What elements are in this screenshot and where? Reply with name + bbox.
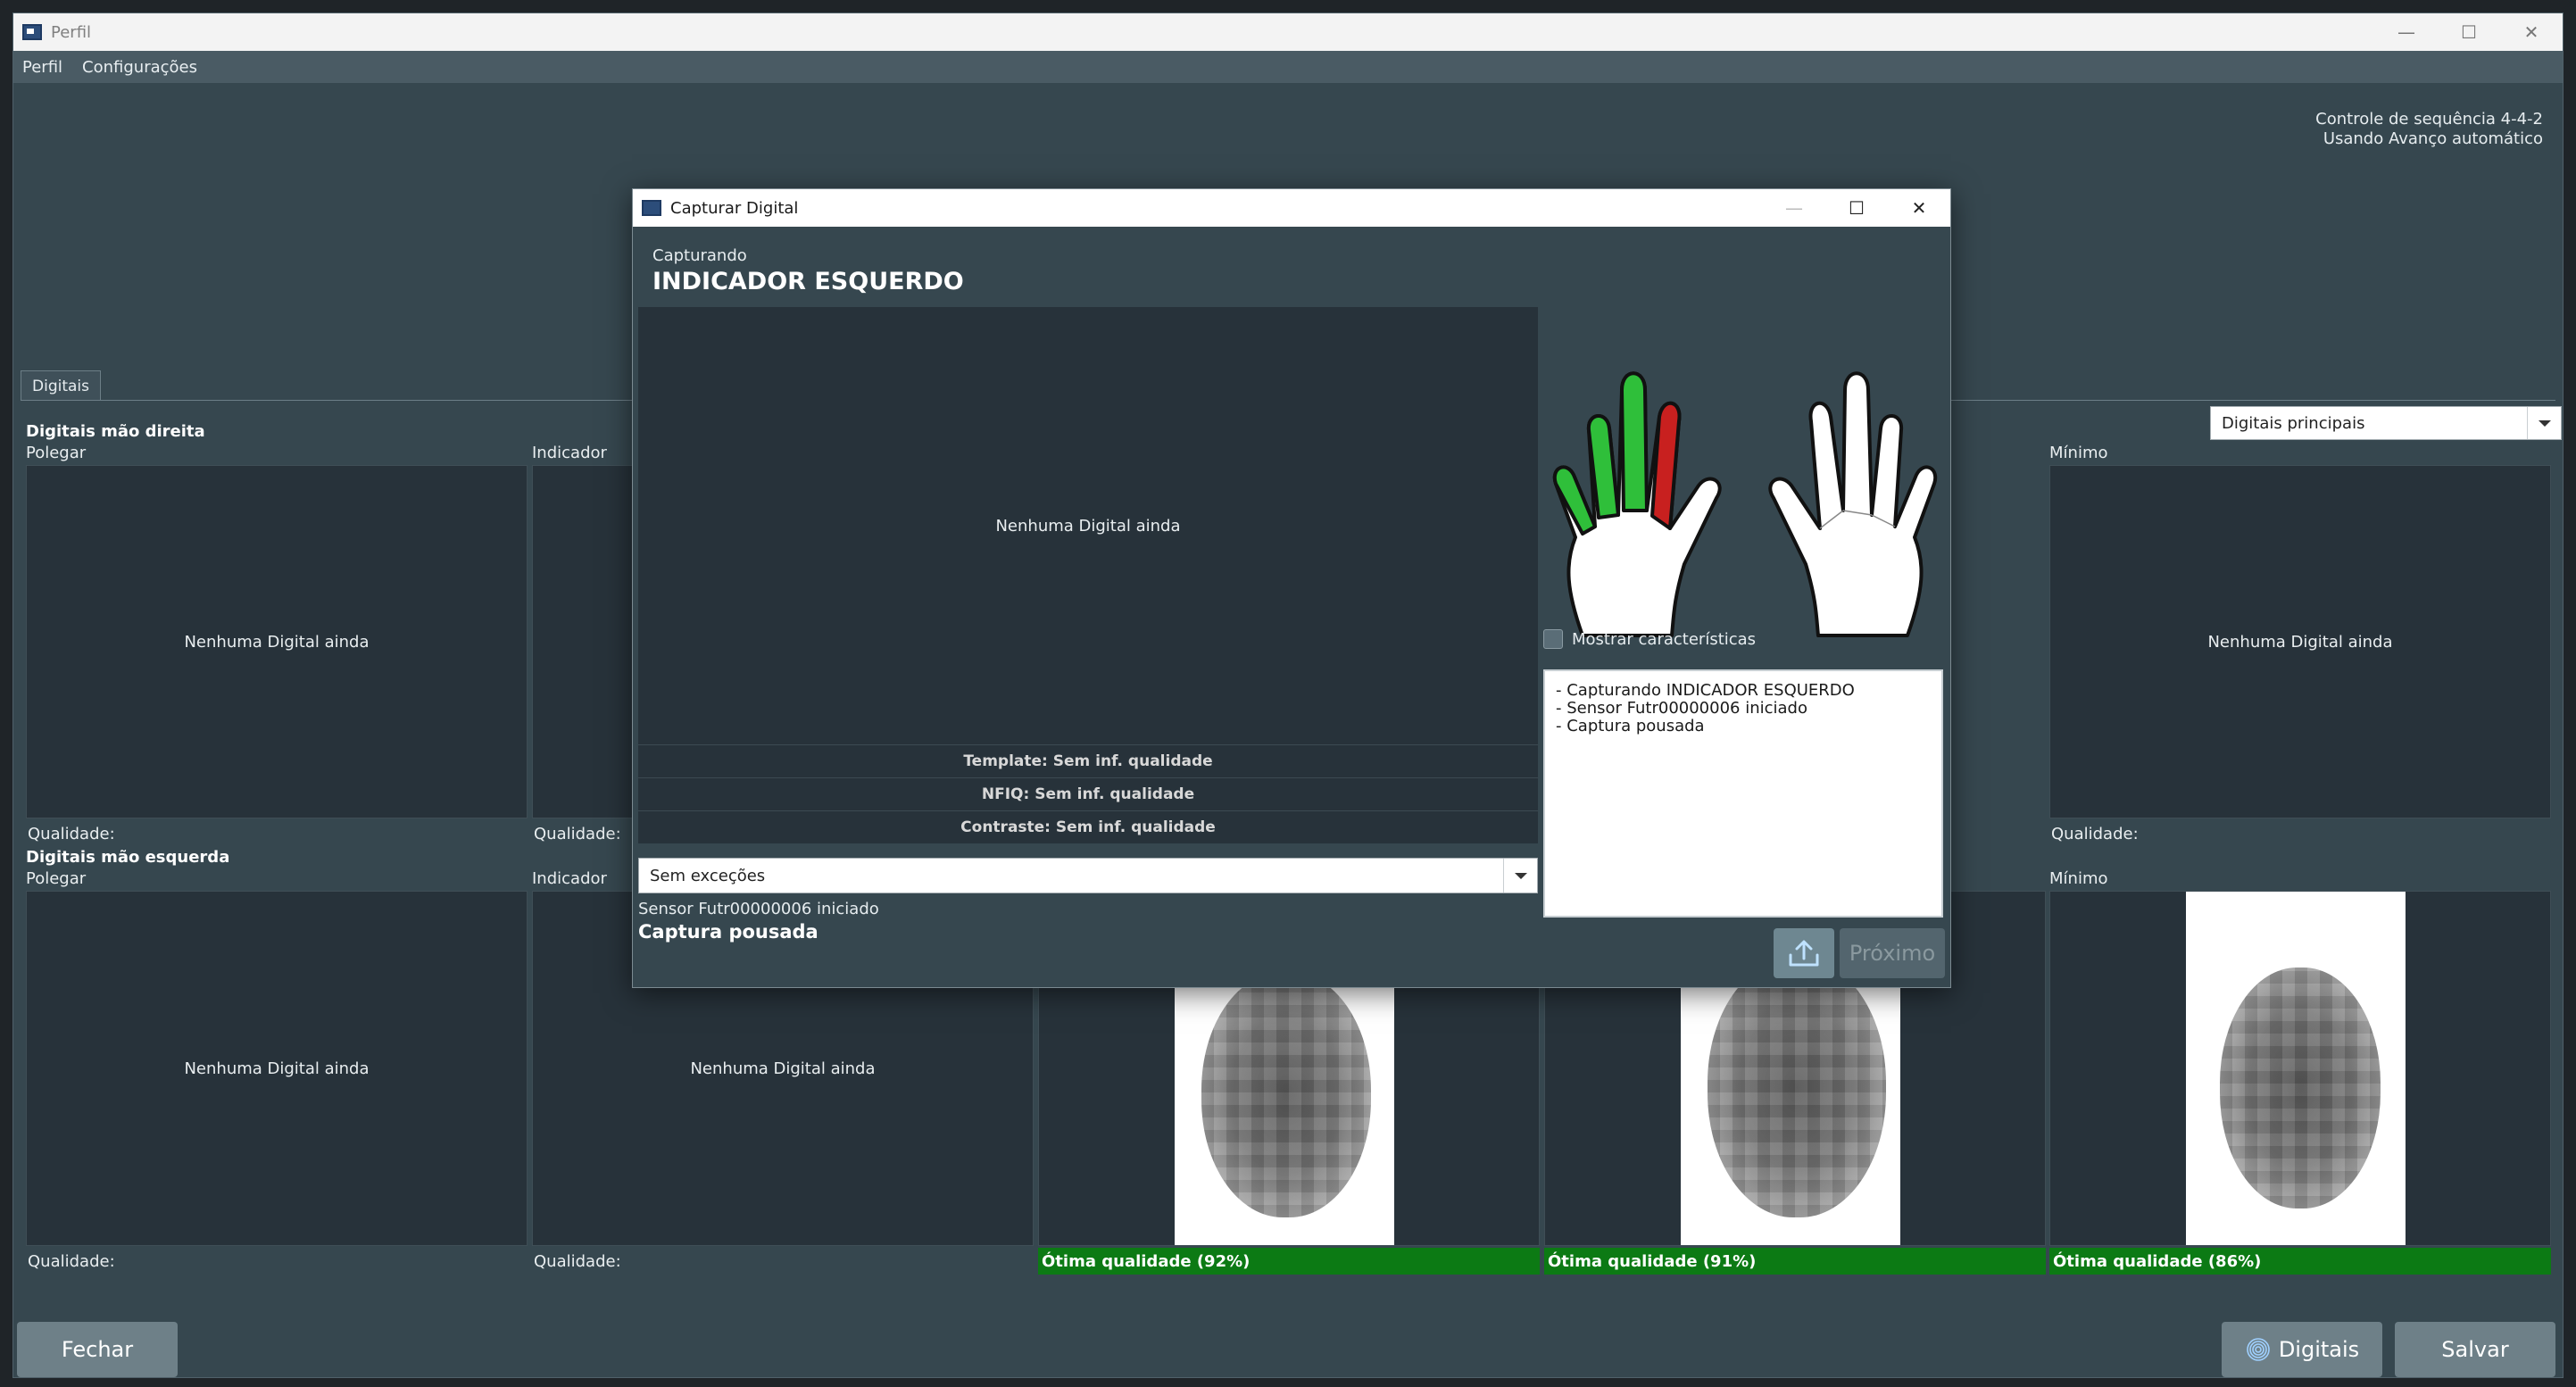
title-bar: Perfil — ☐ ✕ xyxy=(13,13,2563,51)
finger-set-value: Digitais principais xyxy=(2222,413,2365,433)
right-hand-icon xyxy=(1768,371,1938,637)
window-title: Perfil xyxy=(51,22,92,42)
show-features-checkbox[interactable] xyxy=(1543,629,1563,649)
dialog-title-bar: Capturar Digital — ☐ ✕ xyxy=(633,189,1950,227)
left-little-quality: Ótima qualidade (86%) xyxy=(2049,1248,2551,1275)
right-little-label: Mínimo xyxy=(2049,444,2108,462)
capture-log: - Capturando INDICADOR ESQUERDO - Sensor… xyxy=(1543,669,1943,918)
right-thumb-label: Polegar xyxy=(26,444,87,462)
dialog-maximize-button[interactable]: ☐ xyxy=(1825,189,1888,227)
left-thumb-quality: Qualidade: xyxy=(28,1251,115,1271)
menu-configuracoes[interactable]: Configurações xyxy=(82,58,197,77)
next-button[interactable]: Próximo xyxy=(1840,928,1945,978)
left-ring-quality: Ótima qualidade (91%) xyxy=(1544,1248,2046,1275)
left-index-finger xyxy=(1650,401,1682,530)
menu-bar: Perfil Configurações xyxy=(13,51,2563,83)
right-little-cell[interactable]: Nenhuma Digital ainda xyxy=(2049,465,2551,818)
log-line: - Sensor Futr00000006 iniciado xyxy=(1556,699,1807,718)
fingerprint-icon xyxy=(2247,1338,2270,1361)
log-line: - Capturando INDICADOR ESQUERDO xyxy=(1556,681,1855,700)
left-hand-icon xyxy=(1552,371,1722,637)
upload-button[interactable] xyxy=(1774,928,1834,978)
log-line: - Captura pousada xyxy=(1556,717,1705,735)
capture-status: Captura pousada xyxy=(638,921,819,943)
left-thumb-label: Polegar xyxy=(26,869,87,888)
capture-dialog: Capturar Digital — ☐ ✕ Capturando INDICA… xyxy=(632,188,1951,988)
right-thumb-quality: Qualidade: xyxy=(28,824,115,843)
left-middle-finger xyxy=(1620,371,1649,512)
dialog-minimize-button[interactable]: — xyxy=(1763,189,1825,227)
exception-value: Sem exceções xyxy=(650,866,766,885)
close-window-button[interactable]: Fechar xyxy=(17,1322,178,1377)
left-hand-title: Digitais mão esquerda xyxy=(26,848,230,867)
capturing-label: Capturando xyxy=(652,246,747,265)
contrast-quality: Contraste: Sem inf. qualidade xyxy=(638,810,1538,843)
right-thumb-cell[interactable]: Nenhuma Digital ainda xyxy=(26,465,528,818)
fingerprint-blur xyxy=(1708,959,1886,1217)
sequence-control-text: Controle de sequência 4-4-2 xyxy=(2315,110,2543,129)
nfiq-quality: NFIQ: Sem inf. qualidade xyxy=(638,777,1538,810)
upload-icon xyxy=(1789,940,1819,967)
left-index-quality: Qualidade: xyxy=(534,1251,621,1271)
tab-digitais[interactable]: Digitais xyxy=(21,370,101,401)
dialog-window-controls: — ☐ ✕ xyxy=(1763,189,1950,227)
left-little-cell[interactable] xyxy=(2049,891,2551,1246)
sequence-info: Controle de sequência 4-4-2 Usando Avanç… xyxy=(2315,110,2543,149)
dialog-title: Capturar Digital xyxy=(670,198,799,218)
fingerprint-blur xyxy=(1201,972,1371,1217)
show-features-row[interactable]: Mostrar características xyxy=(1543,629,1756,649)
exception-select[interactable]: Sem exceções xyxy=(638,858,1538,893)
hands-diagram xyxy=(1552,371,1938,637)
left-index-label: Indicador xyxy=(532,869,607,888)
current-finger-title: INDICADOR ESQUERDO xyxy=(652,268,964,295)
finger-set-select[interactable]: Digitais principais xyxy=(2210,406,2562,440)
left-little-label: Mínimo xyxy=(2049,869,2108,888)
right-index-label: Indicador xyxy=(532,444,607,462)
right-hand-title: Digitais mão direita xyxy=(26,422,205,441)
save-button[interactable]: Salvar xyxy=(2395,1322,2555,1377)
chevron-down-icon[interactable] xyxy=(2527,407,2561,439)
left-thumb-cell[interactable]: Nenhuma Digital ainda xyxy=(26,891,528,1246)
app-icon xyxy=(22,24,42,40)
menu-perfil[interactable]: Perfil xyxy=(22,58,62,77)
app-icon xyxy=(642,200,661,216)
left-middle-quality: Ótima qualidade (92%) xyxy=(1038,1248,1540,1275)
chevron-down-icon[interactable] xyxy=(1503,859,1537,893)
capture-preview: Nenhuma Digital ainda xyxy=(638,307,1538,744)
maximize-button[interactable]: ☐ xyxy=(2438,13,2500,51)
fingerprints-button-label: Digitais xyxy=(2278,1337,2360,1362)
close-button[interactable]: ✕ xyxy=(2500,13,2563,51)
fingerprints-button[interactable]: Digitais xyxy=(2222,1322,2382,1377)
dialog-close-button[interactable]: ✕ xyxy=(1888,189,1950,227)
template-quality: Template: Sem inf. qualidade xyxy=(638,744,1538,777)
minimize-button[interactable]: — xyxy=(2375,13,2438,51)
fingerprint-image xyxy=(2186,892,2406,1245)
sensor-status: Sensor Futr00000006 iniciado xyxy=(638,900,879,918)
right-little-quality: Qualidade: xyxy=(2051,824,2139,843)
auto-advance-text: Usando Avanço automático xyxy=(2323,129,2543,148)
window-controls: — ☐ ✕ xyxy=(2375,13,2563,51)
fingerprint-blur xyxy=(2220,968,2381,1208)
show-features-label: Mostrar características xyxy=(1572,629,1757,649)
